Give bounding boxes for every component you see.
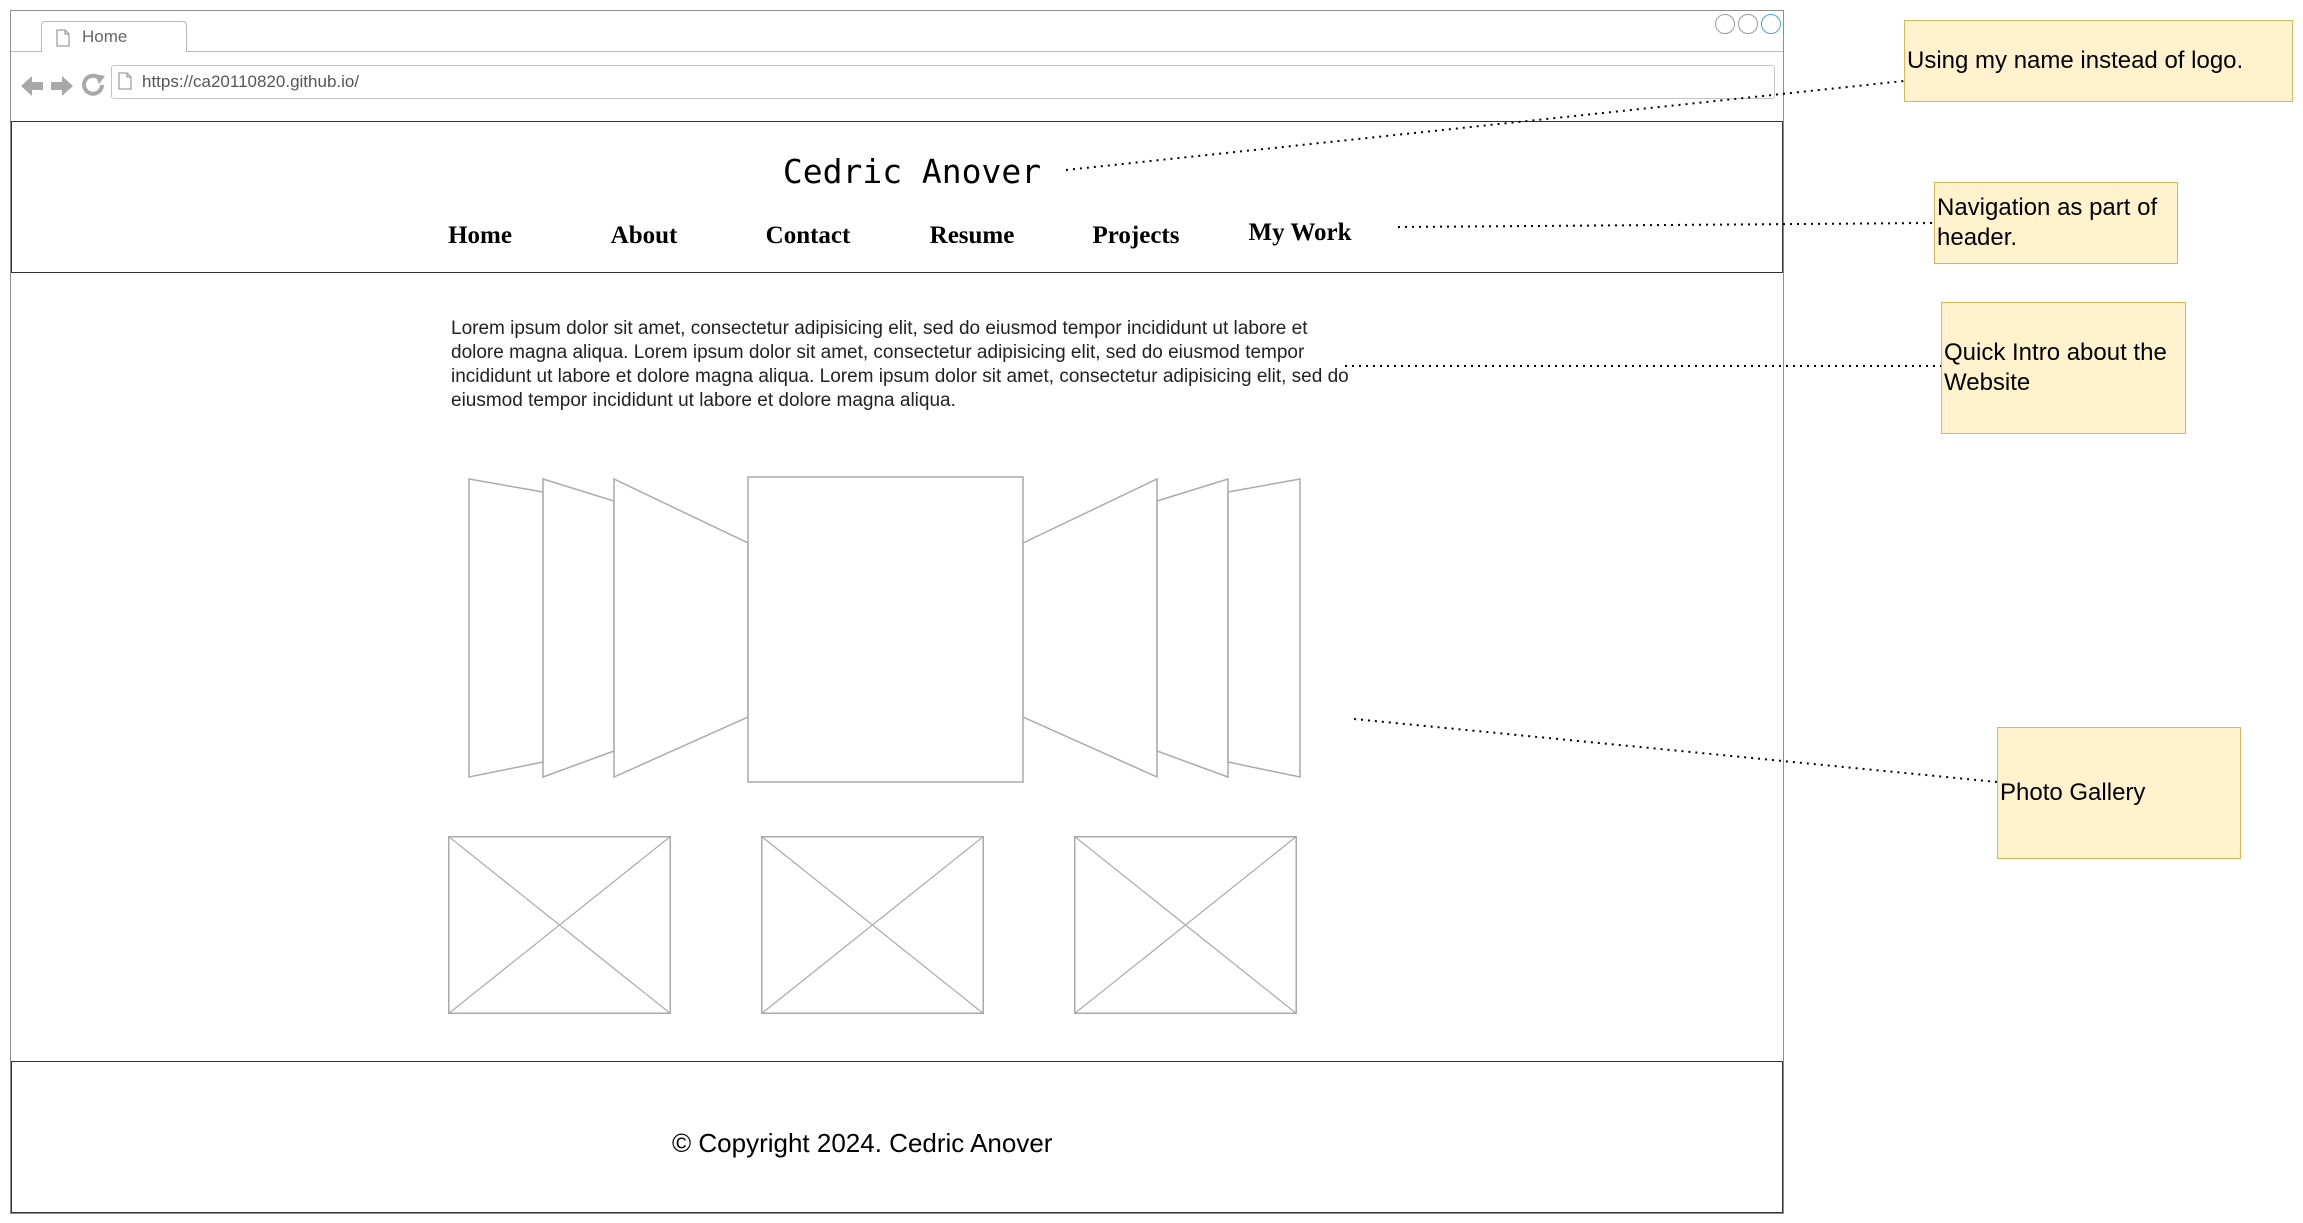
note-navigation: Navigation as part of header. bbox=[1934, 182, 2178, 264]
connector-logo bbox=[1065, 80, 1905, 171]
connector-gallery bbox=[1353, 718, 1998, 783]
note-logo-text: Using my name instead of logo. bbox=[1907, 47, 2244, 74]
note-gallery: Photo Gallery bbox=[1997, 727, 2241, 859]
note-navigation-text: Navigation as part of header. bbox=[1937, 194, 2158, 251]
connector-navigation bbox=[1397, 222, 1935, 228]
note-gallery-text: Photo Gallery bbox=[2000, 779, 2146, 806]
note-intro: Quick Intro about the Website bbox=[1941, 302, 2186, 434]
note-intro-text: Quick Intro about the Website bbox=[1944, 339, 2167, 396]
note-logo: Using my name instead of logo. bbox=[1904, 20, 2293, 102]
